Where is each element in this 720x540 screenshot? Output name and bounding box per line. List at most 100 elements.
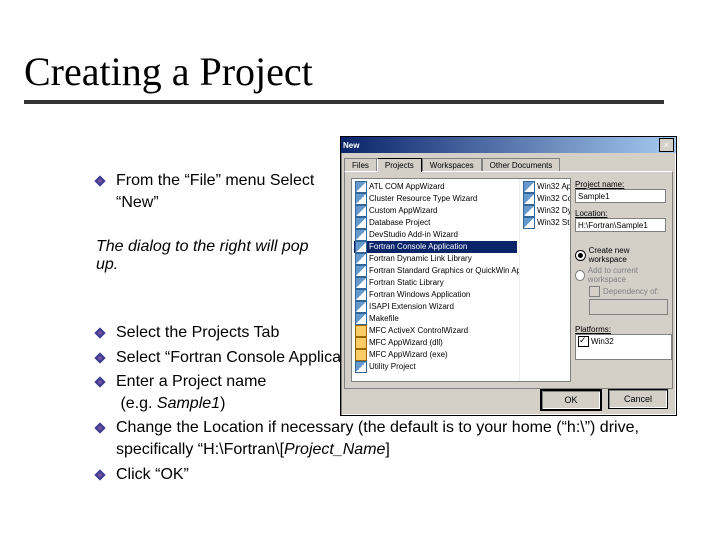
radio-label: Create new workspace: [589, 246, 666, 264]
tab-workspaces[interactable]: Workspaces: [422, 158, 482, 172]
list-item: Click “OK”: [96, 464, 656, 486]
list-item[interactable]: MFC AppWizard (dll): [354, 337, 517, 349]
dialog-button-row: OK Cancel: [540, 389, 668, 411]
radio-create-new-workspace[interactable]: Create new workspace: [575, 246, 666, 264]
workspace-radio-group: Create new workspace Add to current work…: [575, 246, 666, 315]
radio-label: Add to current workspace: [588, 266, 666, 284]
list-item[interactable]: Win32 Co: [522, 193, 568, 205]
list-item[interactable]: Win32 Ap: [522, 181, 568, 193]
project-type-icon: [355, 193, 367, 205]
list-item[interactable]: Cluster Resource Type Wizard: [354, 193, 517, 205]
list-item[interactable]: Fortran Static Library: [354, 277, 517, 289]
cancel-button[interactable]: Cancel: [608, 389, 668, 409]
tab-other-documents[interactable]: Other Documents: [482, 158, 561, 172]
bullet-list-1: From the “File” menu Select “New”: [96, 170, 331, 216]
list-item-label: DevStudio Add-in Wizard: [369, 229, 458, 241]
list-item[interactable]: Fortran Dynamic Link Library: [354, 253, 517, 265]
platform-item[interactable]: Win32: [578, 336, 669, 347]
ok-button[interactable]: OK: [540, 389, 602, 411]
list-item-label: Win32 Dy: [537, 205, 570, 217]
list-item[interactable]: Makefile: [354, 313, 517, 325]
project-type-icon: [523, 205, 535, 217]
close-icon[interactable]: ×: [659, 138, 674, 152]
radio-add-to-workspace[interactable]: Add to current workspace: [575, 266, 666, 284]
list-column-2: Win32 ApWin32 CoWin32 DyWin32 St: [519, 179, 570, 381]
list-item[interactable]: MFC AppWizard (exe): [354, 349, 517, 361]
platform-label: Win32: [591, 337, 614, 346]
list-item-label: ATL COM AppWizard: [369, 181, 445, 193]
list-item: Change the Location if necessary (the de…: [96, 417, 656, 460]
project-type-icon: [355, 277, 367, 289]
project-type-icon: [355, 229, 367, 241]
list-item-label: Fortran Static Library: [369, 277, 444, 289]
bullet-text: Click “OK”: [116, 466, 189, 483]
bullet-text: Enter a Project name (e.g. Sample1): [116, 373, 266, 412]
location-input[interactable]: [575, 218, 666, 232]
diamond-bullet-icon: [94, 423, 105, 434]
diamond-bullet-icon: [94, 327, 105, 338]
project-name-input[interactable]: [575, 189, 666, 203]
list-item[interactable]: Database Project: [354, 217, 517, 229]
project-type-icon: [355, 325, 367, 337]
list-item-label: Fortran Console Application: [369, 241, 467, 253]
list-item[interactable]: Utility Project: [354, 361, 517, 373]
list-item-label: Win32 Ap: [537, 181, 570, 193]
list-item[interactable]: Fortran Windows Application: [354, 289, 517, 301]
project-type-icon: [355, 241, 367, 253]
italic-note: The dialog to the right will pop up.: [96, 238, 331, 274]
project-type-icon: [355, 361, 367, 373]
bullet-text: Select “Fortran Console Application”: [116, 349, 372, 366]
list-item[interactable]: DevStudio Add-in Wizard: [354, 229, 517, 241]
list-item: From the “File” menu Select “New”: [96, 170, 331, 213]
list-item[interactable]: Custom AppWizard: [354, 205, 517, 217]
project-type-list[interactable]: ATL COM AppWizardCluster Resource Type W…: [351, 178, 571, 382]
diamond-bullet-icon: [94, 175, 105, 186]
dependency-checkbox: Dependency of:: [589, 286, 666, 297]
location-label: Location:: [575, 209, 666, 218]
project-type-icon: [355, 349, 367, 361]
list-item[interactable]: ATL COM AppWizard: [354, 181, 517, 193]
project-type-icon: [355, 313, 367, 325]
list-item-label: Custom AppWizard: [369, 205, 437, 217]
list-item-label: Cluster Resource Type Wizard: [369, 193, 477, 205]
dialog-titlebar: New ×: [341, 137, 676, 153]
tab-projects[interactable]: Projects: [377, 158, 422, 172]
list-item[interactable]: ISAPI Extension Wizard: [354, 301, 517, 313]
list-item-label: Win32 St: [537, 217, 569, 229]
bullet-text: Change the Location if necessary (the de…: [116, 419, 639, 458]
project-type-icon: [355, 301, 367, 313]
list-item-label: MFC AppWizard (dll): [369, 337, 443, 349]
bullet-text: From the “File” menu Select “New”: [116, 172, 314, 211]
dependency-dropdown: [589, 299, 668, 315]
list-item[interactable]: Fortran Standard Graphics or QuickWin Ap…: [354, 265, 517, 277]
list-item[interactable]: MFC ActiveX ControlWizard: [354, 325, 517, 337]
project-type-icon: [355, 337, 367, 349]
project-name-label: Project name:: [575, 180, 666, 189]
list-item-label: Fortran Windows Application: [369, 289, 470, 301]
list-item-label: Win32 Co: [537, 193, 570, 205]
diamond-bullet-icon: [94, 469, 105, 480]
checkbox-checked-icon: [578, 336, 589, 347]
list-item[interactable]: Win32 St: [522, 217, 568, 229]
platforms-list[interactable]: Win32: [575, 334, 672, 360]
list-item-label: Database Project: [369, 217, 430, 229]
project-type-icon: [355, 289, 367, 301]
project-type-icon: [355, 265, 367, 277]
radio-dot-icon: [575, 270, 585, 281]
list-item[interactable]: Win32 Dy: [522, 205, 568, 217]
project-type-icon: [355, 217, 367, 229]
slide: Creating a Project From the “File” menu …: [0, 0, 720, 540]
list-item-label: ISAPI Extension Wizard: [369, 301, 454, 313]
tab-files[interactable]: Files: [344, 158, 377, 172]
list-item-label: Makefile: [369, 313, 399, 325]
list-item[interactable]: Fortran Console Application: [354, 241, 517, 253]
project-type-icon: [355, 181, 367, 193]
list-item-label: MFC ActiveX ControlWizard: [369, 325, 468, 337]
project-type-icon: [523, 217, 535, 229]
checkbox-label: Dependency of:: [603, 287, 659, 296]
list-item-label: MFC AppWizard (exe): [369, 349, 448, 361]
radio-dot-icon: [575, 250, 586, 261]
checkbox-icon: [589, 286, 600, 297]
slide-title: Creating a Project: [24, 48, 313, 95]
new-dialog: New × FilesProjectsWorkspacesOther Docum…: [340, 136, 677, 416]
